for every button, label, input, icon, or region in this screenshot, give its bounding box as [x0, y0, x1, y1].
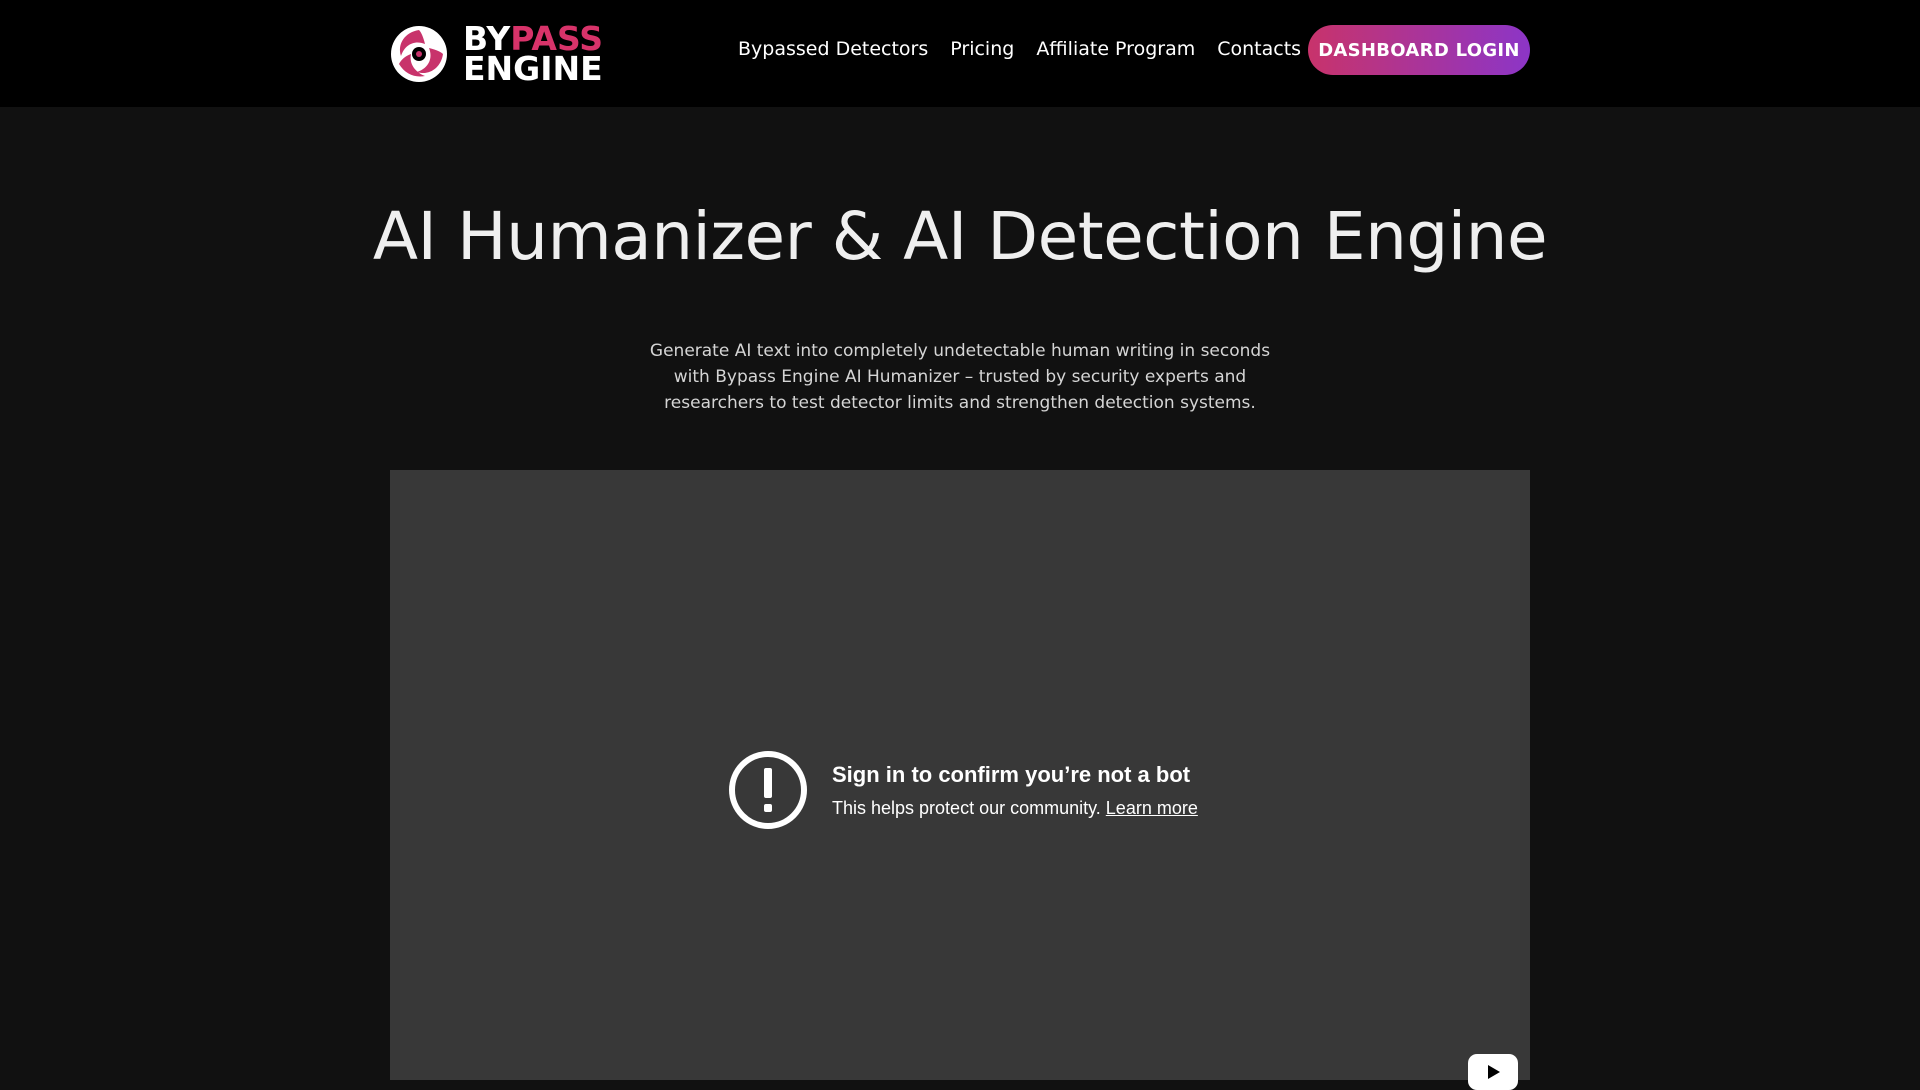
logo-wordmark: BYPASS ENGINE — [463, 22, 603, 88]
page-title: AI Humanizer & AI Detection Engine — [372, 198, 1548, 275]
nav-affiliate-program[interactable]: Affiliate Program — [1036, 38, 1195, 60]
notice-body: This helps protect our community. Learn … — [832, 798, 1198, 818]
site-header: BYPASS ENGINE Bypassed Detectors Pricing… — [0, 0, 1920, 107]
notice-text: Sign in to confirm you’re not a bot This… — [832, 762, 1198, 819]
nav-pricing[interactable]: Pricing — [950, 38, 1014, 60]
site-logo[interactable]: BYPASS ENGINE — [389, 22, 603, 88]
dashboard-login-button[interactable]: DASHBOARD LOGIN — [1308, 25, 1530, 75]
notice-body-text: This helps protect our community. — [832, 797, 1101, 818]
youtube-play-icon[interactable] — [1468, 1054, 1518, 1090]
nav-contacts[interactable]: Contacts — [1217, 38, 1301, 60]
hero-subtitle: Generate AI text into completely undetec… — [649, 341, 1271, 413]
notice-title: Sign in to confirm you’re not a bot — [832, 761, 1191, 787]
main-nav: Bypassed Detectors Pricing Affiliate Pro… — [738, 38, 1301, 60]
learn-more-link[interactable]: Learn more — [1106, 798, 1198, 818]
logo-engine: ENGINE — [463, 49, 603, 88]
bypass-engine-logo-icon — [391, 26, 447, 82]
alert-circle-icon — [729, 751, 807, 829]
play-icon — [1488, 1065, 1500, 1079]
bot-check-notice: Sign in to confirm you’re not a bot This… — [728, 750, 1198, 830]
nav-bypassed-detectors[interactable]: Bypassed Detectors — [738, 38, 928, 60]
